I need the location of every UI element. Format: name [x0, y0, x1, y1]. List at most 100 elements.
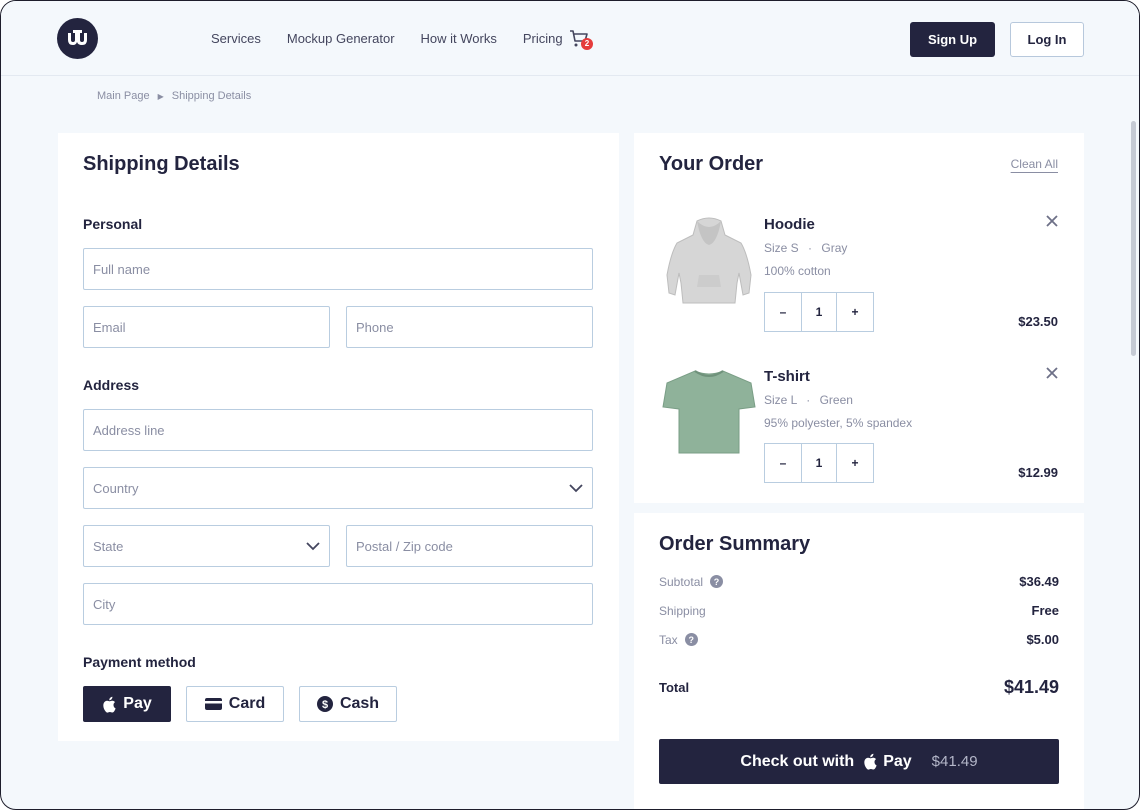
item-color: Green — [819, 393, 853, 407]
increase-quantity-button[interactable]: + — [837, 293, 873, 331]
chevron-down-icon — [306, 541, 320, 550]
shipping-title: Shipping Details — [83, 153, 240, 175]
shipping-row: Shipping Free — [659, 603, 1059, 618]
order-summary-panel: Order Summary Subtotal ? $36.49 Shipping… — [634, 513, 1084, 809]
checkout-button[interactable]: Check out with Pay $41.49 — [659, 739, 1059, 784]
shipping-label: Shipping — [659, 603, 706, 618]
quantity-value[interactable]: 1 — [801, 444, 837, 482]
cash-label: Cash — [339, 695, 380, 712]
remove-item-button[interactable] — [1044, 365, 1060, 381]
item-material: 95% polyester, 5% spandex — [764, 416, 913, 430]
apple-pay-label: Pay — [123, 695, 152, 712]
nav-pricing[interactable]: Pricing — [523, 31, 563, 46]
brand-logo[interactable] — [57, 18, 98, 59]
country-select[interactable]: Country — [83, 467, 593, 509]
country-select-value: Country — [93, 480, 139, 496]
phone-input[interactable] — [346, 306, 593, 348]
quantity-stepper: – 1 + — [764, 292, 874, 332]
breadcrumb-separator-icon: ▶ — [157, 91, 164, 101]
subtotal-label: Subtotal — [659, 574, 704, 589]
checkout-pay-label: Pay — [883, 752, 912, 770]
item-variant: Size S · Gray — [764, 241, 847, 255]
chevron-down-icon — [569, 483, 583, 492]
checkout-amount: $41.49 — [931, 753, 978, 770]
tax-label-wrap: Tax ? — [659, 633, 698, 647]
breadcrumb-main-page[interactable]: Main Page — [97, 90, 150, 102]
help-icon[interactable]: ? — [684, 633, 698, 646]
item-name: Hoodie — [764, 216, 815, 233]
city-input[interactable] — [83, 583, 593, 625]
tax-value: $5.00 — [1026, 632, 1059, 647]
hoodie-image — [659, 213, 759, 313]
clean-all-link[interactable]: Clean All — [1011, 157, 1058, 171]
subtotal-label-wrap: Subtotal ? — [659, 574, 724, 589]
page-scrollbar[interactable] — [1131, 121, 1136, 356]
remove-item-button[interactable] — [1044, 213, 1060, 229]
item-color: Gray — [821, 241, 848, 255]
main-nav: Services Mockup Generator How it Works P… — [211, 31, 589, 46]
full-name-input[interactable] — [83, 248, 593, 290]
nav-services[interactable]: Services — [211, 31, 261, 46]
checkout-label: Check out with — [740, 752, 855, 770]
credit-card-icon — [204, 698, 222, 710]
tshirt-image — [659, 365, 759, 465]
nav-how-it-works[interactable]: How it Works — [421, 31, 497, 46]
top-header: Services Mockup Generator How it Works P… — [1, 1, 1139, 76]
meta-separator: · — [808, 241, 813, 255]
shipping-value: Free — [1031, 603, 1059, 618]
order-title: Your Order — [659, 153, 764, 175]
total-row: Total $41.49 — [659, 677, 1059, 698]
increase-quantity-button[interactable]: + — [837, 444, 873, 482]
meta-separator: · — [806, 393, 811, 407]
total-value: $41.49 — [1003, 677, 1059, 697]
item-size: Size S — [764, 241, 799, 255]
shipping-details-panel: Shipping Details Personal Address Countr… — [58, 133, 619, 741]
app-window: Services Mockup Generator How it Works P… — [0, 0, 1140, 810]
log-in-button[interactable]: Log In — [1010, 22, 1084, 57]
sign-up-button[interactable]: Sign Up — [910, 22, 995, 57]
order-item: T-shirt Size L · Green 95% polyester, 5%… — [634, 365, 1084, 505]
dollar-coin-icon: $ — [316, 696, 333, 712]
card-label: Card — [228, 695, 266, 712]
breadcrumb-current: Shipping Details — [171, 90, 252, 102]
decrease-quantity-button[interactable]: – — [765, 444, 801, 482]
decrease-quantity-button[interactable]: – — [765, 293, 801, 331]
address-label: Address — [83, 377, 140, 393]
item-material: 100% cotton — [764, 264, 831, 278]
close-icon — [1046, 367, 1058, 379]
total-label: Total — [659, 680, 690, 695]
state-select[interactable]: State — [83, 525, 330, 567]
cart-button[interactable]: 2 — [569, 29, 595, 51]
personal-label: Personal — [83, 216, 143, 232]
item-variant: Size L · Green — [764, 393, 853, 407]
close-icon — [1046, 215, 1058, 227]
card-option[interactable]: Card — [186, 686, 284, 722]
order-item: Hoodie Size S · Gray 100% cotton – 1 + $… — [634, 213, 1084, 353]
cash-option[interactable]: $ Cash — [299, 686, 397, 722]
quantity-stepper: – 1 + — [764, 443, 874, 483]
nav-mockup-generator[interactable]: Mockup Generator — [287, 31, 395, 46]
svg-text:$: $ — [322, 699, 328, 711]
your-order-panel: Your Order Clean All Hoodie Size S · Gra… — [634, 133, 1084, 503]
postal-code-input[interactable] — [346, 525, 593, 567]
item-price: $12.99 — [1018, 465, 1058, 480]
subtotal-value: $36.49 — [1019, 574, 1059, 589]
logo-icon — [67, 29, 87, 45]
summary-title: Order Summary — [659, 533, 811, 555]
email-input[interactable] — [83, 306, 330, 348]
item-price: $23.50 — [1018, 314, 1058, 329]
address-line-input[interactable] — [83, 409, 593, 451]
subtotal-row: Subtotal ? $36.49 — [659, 574, 1059, 589]
apple-icon — [864, 753, 877, 770]
state-select-value: State — [93, 538, 124, 554]
item-size: Size L — [764, 393, 797, 407]
breadcrumb: Main Page ▶ Shipping Details — [97, 90, 251, 102]
apple-icon — [103, 696, 116, 713]
tax-row: Tax ? $5.00 — [659, 632, 1059, 647]
cart-count-badge: 2 — [581, 38, 593, 50]
tax-label: Tax — [659, 632, 678, 647]
help-icon[interactable]: ? — [710, 575, 724, 588]
quantity-value[interactable]: 1 — [801, 293, 837, 331]
payment-method-label: Payment method — [83, 654, 196, 670]
apple-pay-option[interactable]: Pay — [83, 686, 171, 722]
